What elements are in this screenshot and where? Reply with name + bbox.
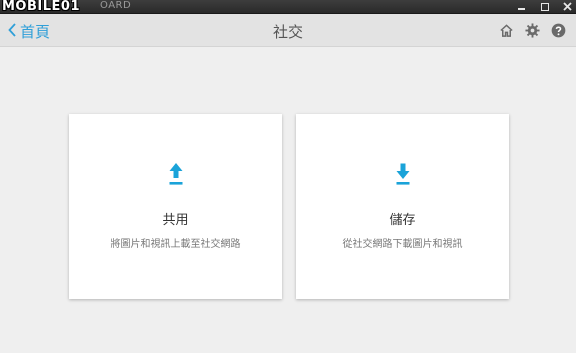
save-title: 儲存 <box>389 213 416 228</box>
window-controls <box>517 0 572 13</box>
upload-icon <box>69 161 282 187</box>
maximize-icon[interactable] <box>540 2 549 11</box>
close-icon[interactable] <box>563 2 572 11</box>
app-name: OARD <box>100 0 132 11</box>
save-description: 從社交網路下載圖片和視訊 <box>342 239 463 250</box>
minimize-icon[interactable] <box>517 2 526 11</box>
share-description: 將圖片和視訊上載至社交網路 <box>110 239 241 250</box>
window-title-bar: MOBILE01 OARD <box>0 0 576 14</box>
app-header: 首頁 社交 <box>0 14 576 47</box>
help-icon[interactable] <box>550 22 566 38</box>
share-card[interactable]: 共用 將圖片和視訊上載至社交網路 <box>69 114 282 299</box>
save-card[interactable]: 儲存 從社交網路下載圖片和視訊 <box>296 114 509 299</box>
watermark-logo: MOBILE01 <box>2 0 80 14</box>
share-title: 共用 <box>162 213 189 228</box>
gear-icon[interactable] <box>524 22 540 38</box>
home-icon[interactable] <box>498 22 514 38</box>
download-icon <box>296 161 509 187</box>
header-actions <box>498 22 566 38</box>
page-title: 社交 <box>272 23 303 41</box>
